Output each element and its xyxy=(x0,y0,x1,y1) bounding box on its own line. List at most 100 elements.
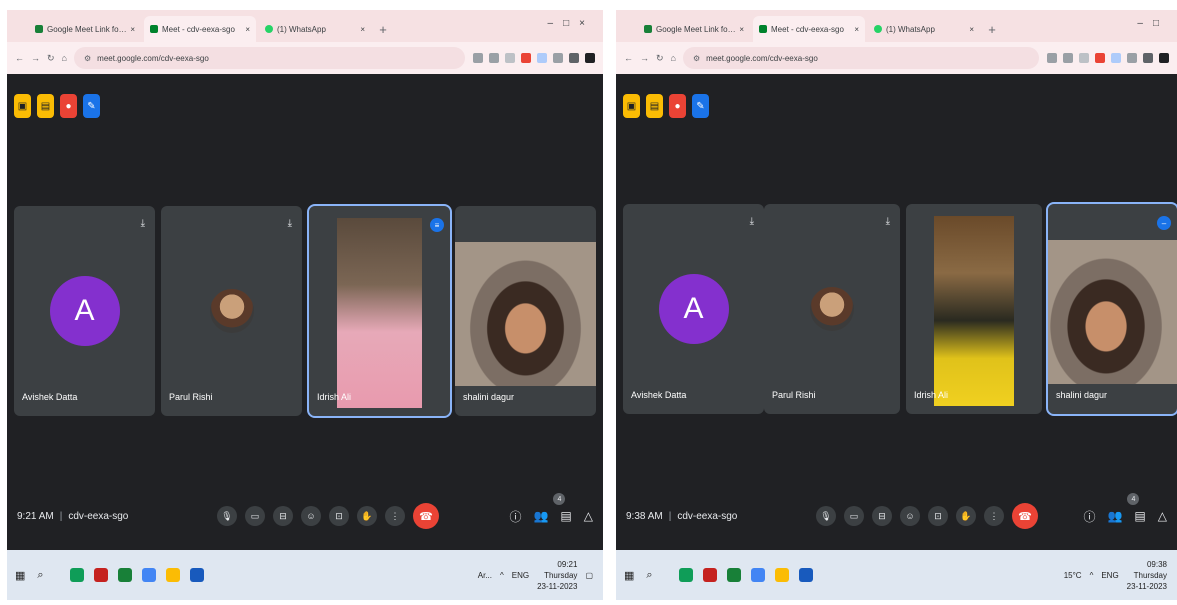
extension-icon[interactable] xyxy=(1063,53,1073,63)
profile-icon[interactable] xyxy=(1159,53,1169,63)
tab-meet[interactable]: Meet - cdv-eexa-sgo × xyxy=(753,16,865,42)
present-icon[interactable]: ⊡ xyxy=(928,506,948,526)
present-icon[interactable]: ⊡ xyxy=(329,506,349,526)
record-icon[interactable]: ● xyxy=(60,94,77,118)
tab-meet[interactable]: Meet - cdv-eexa-sgo × xyxy=(144,16,256,42)
url-input[interactable]: ⚙ meet.google.com/cdv-eexa-sgo xyxy=(682,47,1039,69)
end-call-icon[interactable]: ☎ xyxy=(1012,503,1038,529)
extension-icon[interactable] xyxy=(1111,53,1121,63)
back-icon[interactable]: ← xyxy=(624,53,633,63)
language-indicator[interactable]: ENG xyxy=(512,571,529,580)
lock-meeting-icon[interactable]: ▤ xyxy=(646,94,663,118)
clock[interactable]: 09:21 Thursday 23-11-2023 xyxy=(537,559,577,592)
close-icon[interactable]: × xyxy=(739,25,744,34)
extension-icon[interactable] xyxy=(553,53,563,63)
mic-icon[interactable]: 🎙 xyxy=(217,506,237,526)
edge-icon[interactable] xyxy=(678,568,693,582)
start-icon[interactable]: ▦ xyxy=(624,569,634,582)
host-controls-icon[interactable]: ▣ xyxy=(14,94,31,118)
notification-icon[interactable]: ▢ xyxy=(585,571,593,580)
weather-text[interactable]: Ar... xyxy=(478,571,492,580)
app-icon[interactable] xyxy=(702,568,717,582)
chevron-up-icon[interactable]: ^ xyxy=(500,571,504,580)
chrome-icon[interactable] xyxy=(750,568,765,582)
word-icon[interactable] xyxy=(798,568,813,582)
weather-text[interactable]: 15°C xyxy=(1064,571,1082,580)
clock[interactable]: 09:38 Thursday 23-11-2023 xyxy=(1127,559,1167,592)
activities-icon[interactable]: △ xyxy=(584,509,593,523)
maximize-icon[interactable]: □ xyxy=(1153,18,1169,29)
participant-tile[interactable]: ⤓ Parul Rishi xyxy=(764,204,900,414)
home-icon[interactable]: ⌂ xyxy=(62,53,67,63)
bookmark-star-icon[interactable] xyxy=(1079,53,1089,63)
minimize-icon[interactable]: – xyxy=(548,18,564,29)
file-explorer-icon[interactable] xyxy=(774,568,789,582)
info-icon[interactable]: ⓘ xyxy=(1083,508,1095,525)
app-icon[interactable] xyxy=(117,568,132,582)
notes-icon[interactable]: ✎ xyxy=(83,94,100,118)
notes-icon[interactable]: ✎ xyxy=(692,94,709,118)
participant-tile-active[interactable]: – shalini dagur xyxy=(1046,202,1177,416)
language-indicator[interactable]: ENG xyxy=(1101,571,1118,580)
reload-icon[interactable]: ↻ xyxy=(656,53,664,64)
extension-icon[interactable] xyxy=(1095,53,1105,63)
close-icon[interactable]: × xyxy=(854,25,859,34)
more-options-icon[interactable]: ⋮ xyxy=(984,506,1004,526)
chat-icon[interactable]: ▤ xyxy=(560,509,571,523)
search-icon[interactable]: ⌕ xyxy=(646,569,652,582)
forward-icon[interactable]: → xyxy=(640,53,649,63)
back-icon[interactable]: ← xyxy=(15,53,24,63)
participant-tile[interactable]: Idrish Ali xyxy=(906,204,1042,414)
chevron-up-icon[interactable]: ^ xyxy=(1090,571,1094,580)
forward-icon[interactable]: → xyxy=(31,53,40,63)
site-info-icon[interactable]: ⚙ xyxy=(693,54,700,63)
sidebar-icon[interactable] xyxy=(569,53,579,63)
info-icon[interactable]: ⓘ xyxy=(509,508,521,525)
tab-google-meet-link[interactable]: Google Meet Link for Phase 1 × xyxy=(638,16,750,42)
home-icon[interactable]: ⌂ xyxy=(671,53,676,63)
lock-meeting-icon[interactable]: ▤ xyxy=(37,94,54,118)
extension-icon[interactable] xyxy=(521,53,531,63)
bookmark-star-icon[interactable] xyxy=(505,53,515,63)
minimize-icon[interactable]: – xyxy=(1137,18,1153,29)
people-icon[interactable]: 👥 4 xyxy=(1107,493,1140,523)
extension-icon[interactable] xyxy=(489,53,499,63)
chat-icon[interactable]: ▤ xyxy=(1134,509,1145,523)
url-input[interactable]: ⚙ meet.google.com/cdv-eexa-sgo xyxy=(73,47,465,69)
more-options-icon[interactable]: ⋮ xyxy=(385,506,405,526)
raise-hand-icon[interactable]: ✋ xyxy=(956,506,976,526)
tab-whatsapp[interactable]: (1) WhatsApp × xyxy=(868,16,980,42)
extension-icon[interactable] xyxy=(473,53,483,63)
new-tab-button[interactable]: + xyxy=(374,18,392,40)
activities-icon[interactable]: △ xyxy=(1158,509,1167,523)
extension-icon[interactable] xyxy=(1047,53,1057,63)
people-icon[interactable]: 👥 4 xyxy=(533,493,566,523)
edge-icon[interactable] xyxy=(69,568,84,582)
extension-icon[interactable] xyxy=(537,53,547,63)
participant-tile[interactable]: ⤓ A Avishek Datta xyxy=(623,204,764,414)
close-icon[interactable]: × xyxy=(130,25,135,34)
captions-icon[interactable]: ⊟ xyxy=(273,506,293,526)
tab-whatsapp[interactable]: (1) WhatsApp × xyxy=(259,16,371,42)
participant-tile[interactable]: ⤓ A Avishek Datta xyxy=(14,206,155,416)
record-icon[interactable]: ● xyxy=(669,94,686,118)
file-explorer-icon[interactable] xyxy=(165,568,180,582)
extension-icon[interactable] xyxy=(1127,53,1137,63)
start-icon[interactable]: ▦ xyxy=(15,569,25,582)
captions-icon[interactable]: ⊟ xyxy=(872,506,892,526)
emoji-icon[interactable]: ☺ xyxy=(900,506,920,526)
participant-tile-active[interactable]: ≡ Idrish Ali xyxy=(307,204,452,418)
host-controls-icon[interactable]: ▣ xyxy=(623,94,640,118)
profile-icon[interactable] xyxy=(585,53,595,63)
app-icon[interactable] xyxy=(726,568,741,582)
mic-icon[interactable]: 🎙 xyxy=(816,506,836,526)
tab-google-meet-link[interactable]: Google Meet Link for Phase 1 × xyxy=(29,16,141,42)
maximize-icon[interactable]: □ xyxy=(563,18,579,29)
new-tab-button[interactable]: + xyxy=(983,18,1001,40)
close-icon[interactable]: × xyxy=(360,25,365,34)
participant-tile[interactable]: shalini dagur xyxy=(455,206,596,416)
close-icon[interactable]: × xyxy=(969,25,974,34)
app-icon[interactable] xyxy=(93,568,108,582)
search-icon[interactable]: ⌕ xyxy=(37,569,43,582)
word-icon[interactable] xyxy=(189,568,204,582)
